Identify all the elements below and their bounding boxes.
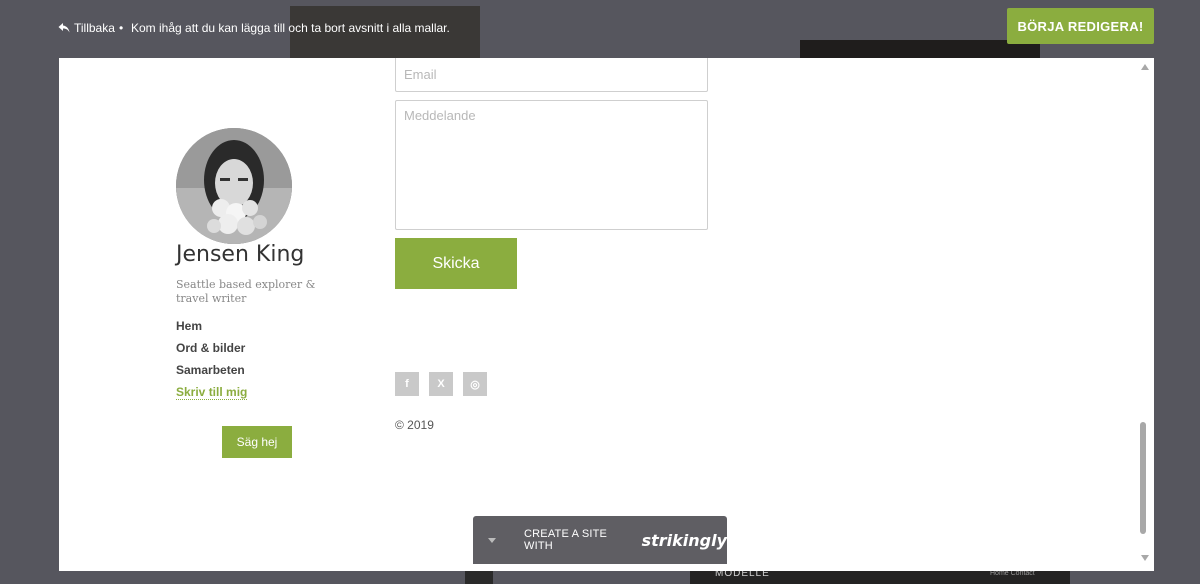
preview-scrollbar[interactable] (1136, 58, 1154, 571)
reminder-text: Kom ihåg att du kan lägga till och ta bo… (131, 21, 450, 35)
nav-item-collaborations[interactable]: Samarbeten (176, 362, 247, 384)
facebook-icon[interactable]: f (395, 372, 419, 396)
separator-dot: • (119, 21, 124, 35)
profile-name: Jensen King (176, 242, 305, 267)
background-thumbnail (465, 570, 493, 584)
scroll-thumb[interactable] (1140, 422, 1146, 534)
copyright-text: © 2019 (395, 418, 434, 432)
profile-avatar (176, 128, 292, 244)
say-hi-button[interactable]: Säg hej (222, 426, 292, 458)
x-icon[interactable]: X (429, 372, 453, 396)
editor-topbar: Tillbaka • Kom ihåg att du kan lägga til… (0, 0, 1200, 58)
background-template-nav: Home Contact (990, 570, 1035, 577)
send-button[interactable]: Skicka (395, 238, 517, 289)
social-links: f X ◎ (395, 372, 487, 396)
profile-tagline: Seattle based explorer & travel writer (176, 278, 316, 305)
chevron-down-icon[interactable] (488, 537, 496, 543)
back-label: Tillbaka (74, 21, 115, 35)
banner-text: CREATE A SITE WITH (524, 528, 608, 552)
back-link[interactable]: Tillbaka (58, 21, 115, 35)
site-preview-frame: Jensen King Seattle based explorer & tra… (59, 58, 1154, 571)
scroll-down-icon[interactable] (1141, 555, 1149, 561)
instagram-icon[interactable]: ◎ (463, 372, 487, 396)
reply-arrow-icon (58, 23, 70, 33)
scroll-up-icon[interactable] (1141, 64, 1149, 70)
site-nav: Hem Ord & bilder Samarbeten Skriv till m… (176, 318, 248, 400)
start-editing-button[interactable]: BÖRJA REDIGERA! (1007, 8, 1154, 44)
message-field[interactable]: Meddelande (395, 100, 708, 230)
nav-item-contact[interactable]: Skriv till mig (176, 384, 248, 400)
strikingly-logo: strikingly (641, 530, 727, 550)
create-site-banner[interactable]: CREATE A SITE WITH strikingly (473, 516, 727, 564)
nav-item-words-images[interactable]: Ord & bilder (176, 340, 247, 362)
email-field[interactable]: Email (395, 58, 708, 92)
nav-item-home[interactable]: Hem (176, 318, 247, 340)
